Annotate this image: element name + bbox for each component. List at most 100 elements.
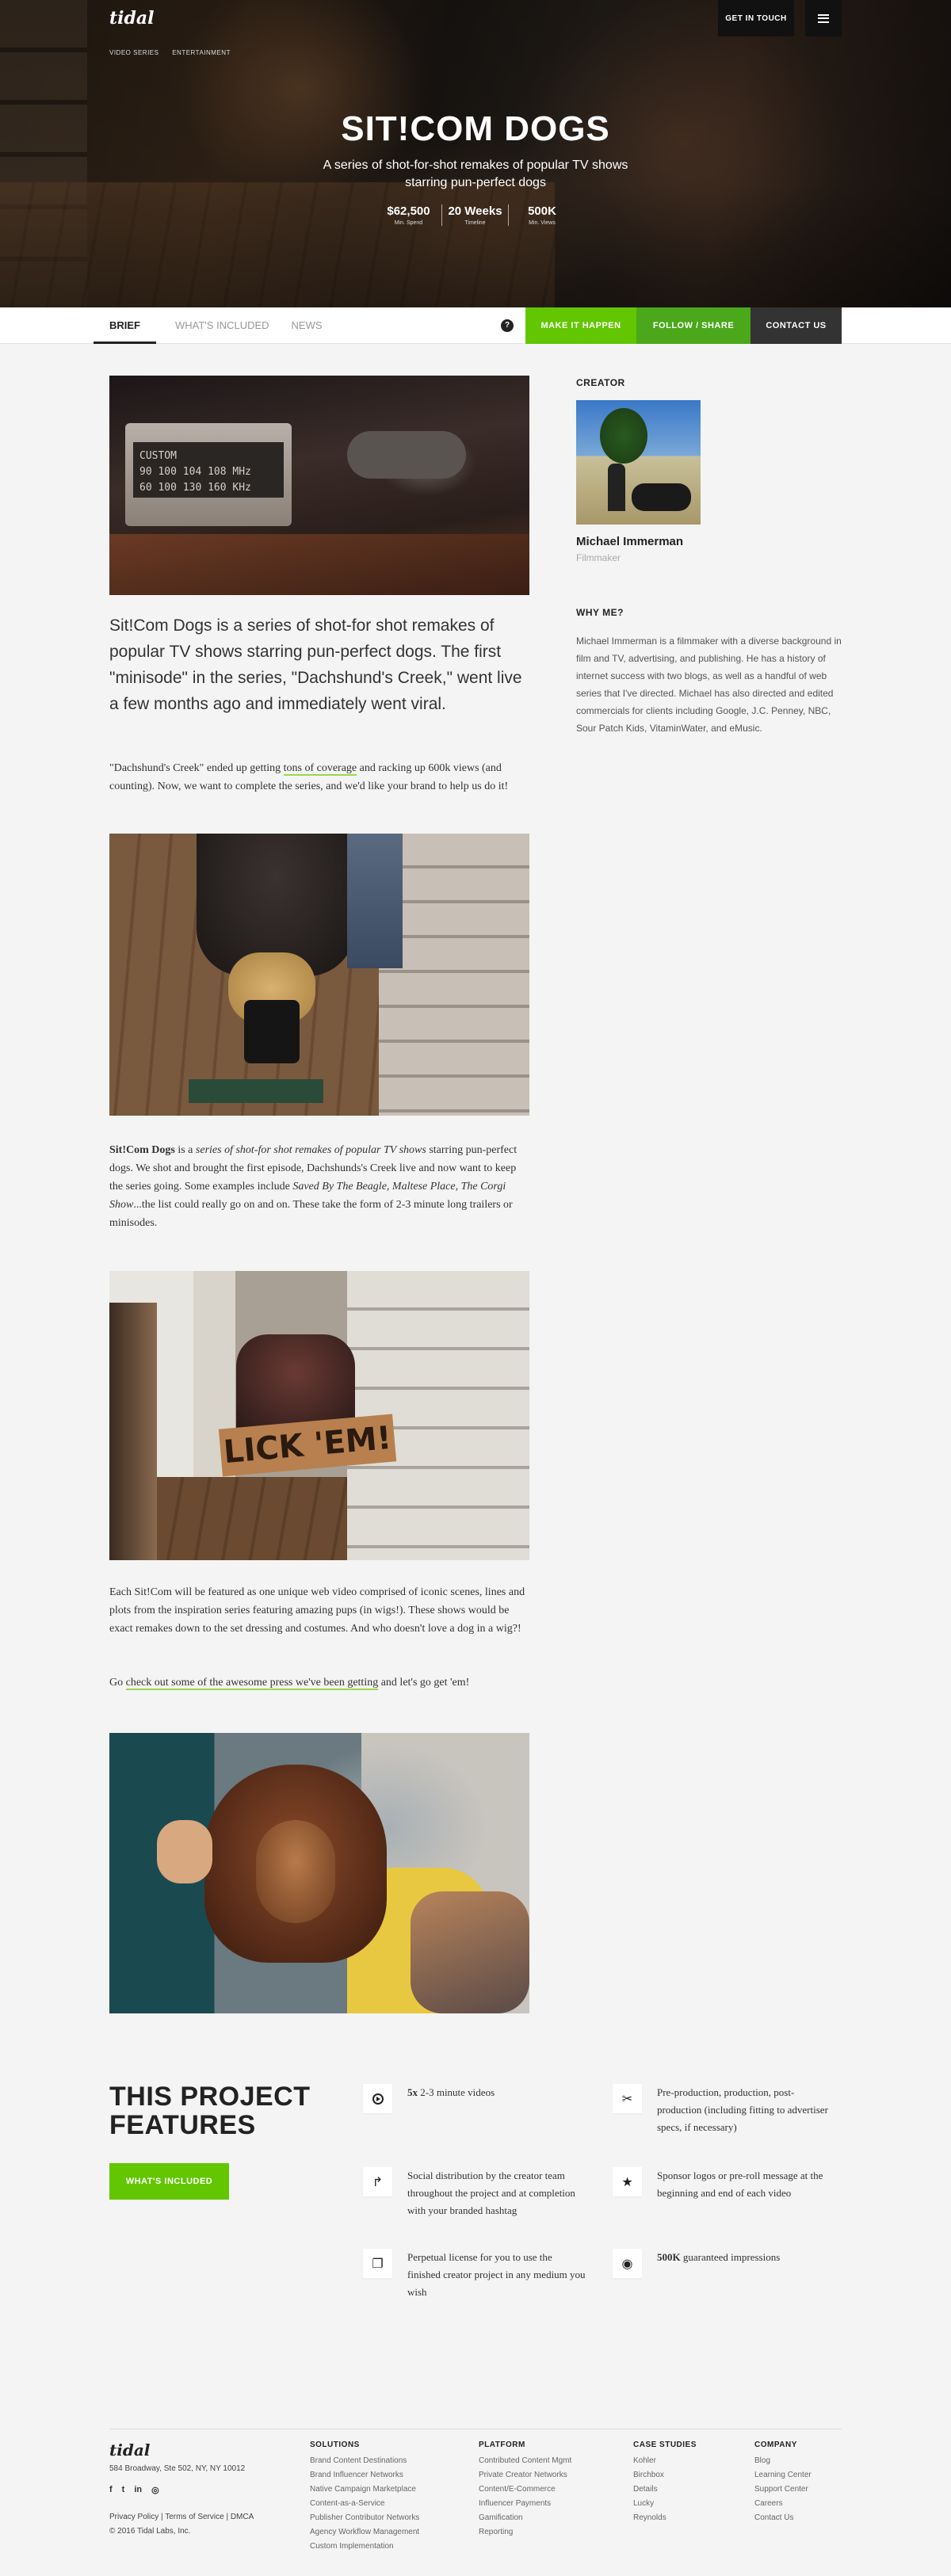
footer-link[interactable]: Content/E-Commerce	[479, 2483, 571, 2497]
breadcrumb-item[interactable]: ENTERTAINMENT	[172, 49, 231, 56]
photo-table	[109, 534, 529, 595]
footer-link[interactable]: Kohler	[633, 2454, 697, 2468]
contact-us-button[interactable]: CONTACT US	[750, 307, 842, 344]
hero-stats: $62,500 Min. Spend 20 Weeks Timeline 500…	[372, 204, 579, 226]
footer-link[interactable]: Reynolds	[633, 2511, 697, 2525]
logo[interactable]: tidal	[109, 8, 155, 29]
footer-link[interactable]: Support Center	[754, 2483, 812, 2497]
body-paragraph: "Dachshund's Creek" ended up getting ton…	[109, 759, 529, 796]
stat-min-views: 500K Min. Views	[509, 204, 575, 226]
photo-hand	[157, 1820, 212, 1883]
breadcrumb-item[interactable]: VIDEO SERIES	[109, 49, 158, 56]
photo-radio: CUSTOM 90 100 104 108 MHz 60 100 130 160…	[125, 423, 292, 526]
feature-desc: Perpetual license for you to use the fin…	[407, 2251, 586, 2298]
share-arrow-icon: ↱	[363, 2167, 392, 2196]
footer-column-platform: PLATFORM Contributed Content Mgmt Privat…	[479, 2441, 571, 2540]
instagram-icon[interactable]: ◎	[151, 2485, 159, 2495]
why-me-text: Michael Immerman is a filmmaker with a d…	[576, 635, 842, 734]
footer-link[interactable]: Birchbox	[633, 2468, 697, 2483]
features-title: THIS PROJECT FEATURES	[109, 2082, 310, 2139]
whats-included-button[interactable]: WHAT'S INCLUDED	[109, 2163, 229, 2200]
copyright: © 2016 Tidal Labs, Inc.	[109, 2527, 191, 2536]
stat-label: Min. Spend	[394, 220, 423, 226]
footer-link[interactable]: Brand Content Destinations	[310, 2454, 419, 2468]
features-title-line: FEATURES	[109, 2110, 256, 2140]
twitter-icon[interactable]: t	[122, 2485, 125, 2495]
eye-icon: ◉	[613, 2249, 642, 2278]
footer-link[interactable]: Private Creator Networks	[479, 2468, 571, 2483]
footer-link[interactable]: Careers	[754, 2497, 812, 2511]
tab-news[interactable]: NEWS	[292, 307, 323, 344]
linkedin-icon[interactable]: in	[134, 2485, 142, 2495]
creator-name[interactable]: Michael Immerman	[576, 535, 683, 548]
feature-text: Perpetual license for you to use the fin…	[407, 2249, 586, 2301]
social-links: f t in ◎	[109, 2485, 159, 2495]
make-it-happen-button[interactable]: MAKE IT HAPPEN	[525, 307, 636, 344]
feature-bold: 5x	[407, 2086, 418, 2098]
avatar-tree	[600, 408, 647, 464]
feature-desc: 2-3 minute videos	[418, 2086, 495, 2098]
footer-logo[interactable]: tidal	[109, 2441, 150, 2460]
features-title-line: THIS PROJECT	[109, 2082, 311, 2112]
footer-link[interactable]: Content-as-a-Service	[310, 2497, 419, 2511]
footer-link[interactable]: Learning Center	[754, 2468, 812, 2483]
hero-banner	[0, 0, 951, 307]
lead-paragraph: Sit!Com Dogs is a series of shot-for sho…	[109, 616, 522, 713]
body-paragraph: Sit!Com Dogs is a series of shot-for sho…	[109, 1141, 529, 1232]
photo-crowd	[236, 1334, 355, 1429]
footer-link[interactable]: Influencer Payments	[479, 2497, 571, 2511]
feature-desc: guaranteed impressions	[680, 2251, 781, 2263]
radio-dog-photo: CUSTOM 90 100 104 108 MHz 60 100 130 160…	[109, 376, 529, 595]
photo-floor	[157, 1477, 347, 1560]
footer-column-heading: SOLUTIONS	[310, 2441, 360, 2449]
feature-text: 500K guaranteed impressions	[657, 2249, 836, 2266]
get-in-touch-button[interactable]: GET IN TOUCH	[718, 0, 794, 36]
footer-link[interactable]: Publisher Contributor Networks	[310, 2511, 419, 2525]
text: "Dachshund's Creek" ended up getting	[109, 762, 284, 774]
footer-link[interactable]: Contact Us	[754, 2511, 812, 2525]
body-paragraph: Go check out some of the awesome press w…	[109, 1673, 529, 1692]
footer-column-heading: PLATFORM	[479, 2441, 525, 2449]
press-link[interactable]: check out some of the awesome press we'v…	[125, 1677, 379, 1690]
footer-link[interactable]: Native Campaign Marketplace	[310, 2483, 419, 2497]
hero-shade	[0, 0, 951, 307]
tab-whats-included[interactable]: WHAT'S INCLUDED	[175, 307, 269, 344]
footer-link[interactable]: Contributed Content Mgmt	[479, 2454, 571, 2468]
tab-brief[interactable]: BRIEF	[94, 307, 156, 344]
photo-camera	[244, 1000, 300, 1063]
coverage-link[interactable]: tons of coverage	[283, 762, 357, 776]
creator-avatar[interactable]	[576, 400, 701, 525]
footer-column-solutions: SOLUTIONS Brand Content Destinations Bra…	[310, 2441, 419, 2554]
feature-desc: Pre-production, production, post-product…	[657, 2086, 828, 2133]
hamburger-icon	[818, 13, 829, 23]
photo-head	[109, 1303, 157, 1560]
footer-link[interactable]: Details	[633, 2483, 697, 2497]
footer-link[interactable]: Agency Workflow Management	[310, 2525, 419, 2540]
text: is a	[174, 1144, 196, 1156]
footer-link[interactable]: Custom Implementation	[310, 2540, 419, 2554]
copy-icon: ❐	[363, 2249, 392, 2278]
footer-column-company: COMPANY Blog Learning Center Support Cen…	[754, 2441, 812, 2525]
footer-link[interactable]: Gamification	[479, 2511, 571, 2525]
photo-rig	[189, 1079, 323, 1103]
legal-links[interactable]: Privacy Policy | Terms of Service | DMCA	[109, 2510, 254, 2524]
stat-value: $62,500	[387, 204, 430, 218]
facebook-icon[interactable]: f	[109, 2485, 113, 2495]
footer-link[interactable]: Brand Influencer Networks	[310, 2468, 419, 2483]
photo-toy-dog	[347, 431, 466, 479]
feature-desc: Sponsor logos or pre-roll message at the…	[657, 2170, 823, 2199]
feature-text: 5x 2-3 minute videos	[407, 2084, 586, 2101]
footer-link[interactable]: Lucky	[633, 2497, 697, 2511]
page-title: SIT!COM DOGS	[341, 109, 610, 148]
follow-share-button[interactable]: FOLLOW / SHARE	[636, 307, 750, 344]
photo-arm	[411, 1891, 529, 2013]
help-icon[interactable]: ?	[501, 319, 514, 332]
text: and let's go get 'em!	[378, 1677, 470, 1689]
footer-link[interactable]: Reporting	[479, 2525, 571, 2540]
page-subtitle: A series of shot-for-shot remakes of pop…	[323, 158, 628, 189]
radio-dial-text: 60 100 130 160 KHz	[139, 482, 251, 494]
scissors-icon: ✂	[613, 2084, 642, 2113]
radio-dial-text: 90 100 104 108 MHz	[139, 466, 251, 478]
footer-link[interactable]: Blog	[754, 2454, 812, 2468]
menu-button[interactable]	[805, 0, 842, 36]
